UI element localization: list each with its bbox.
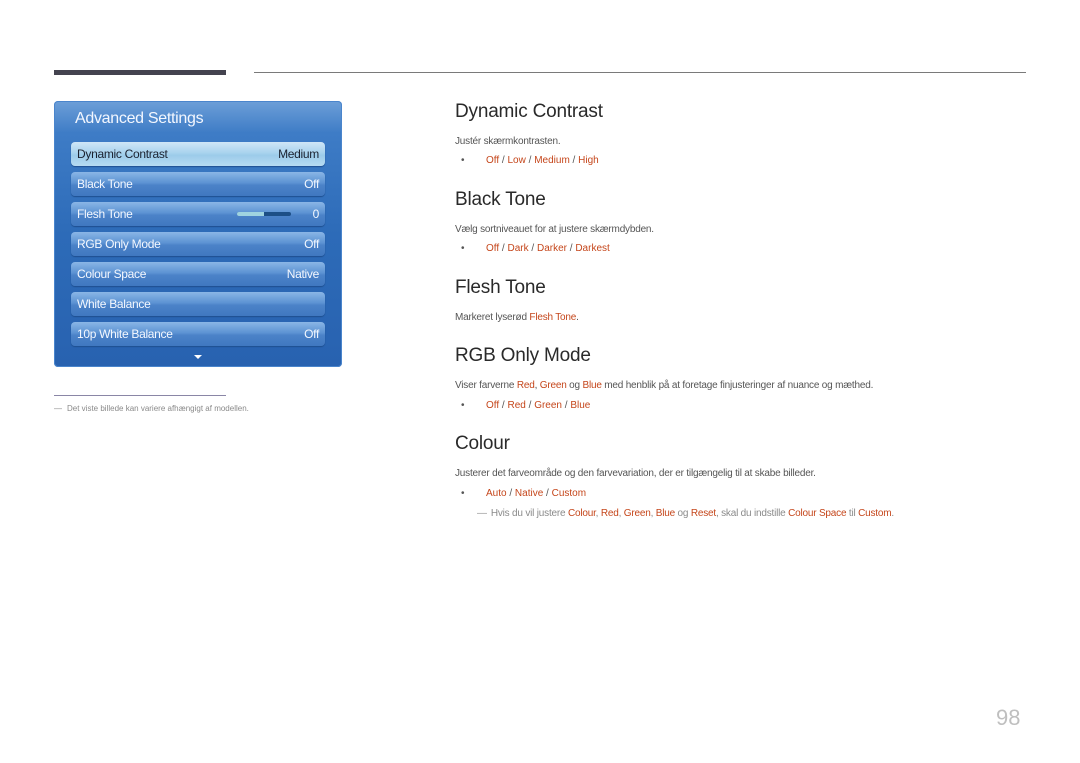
option: Blue (570, 400, 591, 411)
menu-item-label: Black Tone (77, 177, 133, 191)
text: , skal du indstille (715, 508, 789, 519)
dash-icon: ― (54, 404, 62, 413)
text: og (674, 508, 691, 519)
menu-item-value: Off (304, 177, 319, 191)
menu-item-10p-white-balance[interactable]: 10p White Balance Off (71, 322, 325, 346)
options-black-tone: • Off / Dark / Darker / Darkest (455, 243, 610, 254)
menu-item-label: Colour Space (77, 267, 147, 281)
footnote-rule (54, 395, 226, 396)
option: Off (486, 400, 500, 411)
heading-colour: Colour (455, 433, 510, 454)
menu-item-label: White Balance (77, 297, 151, 311)
page-number: 98 (996, 705, 1021, 730)
highlight: Flesh Tone (529, 312, 577, 323)
text: Markeret lyserød (455, 312, 530, 323)
option: Custom (551, 488, 587, 499)
header-bar-thick (54, 70, 226, 75)
dash-icon: ― (477, 508, 487, 519)
highlight: Red (516, 380, 535, 391)
separator: / (525, 155, 535, 166)
header-rule (254, 72, 1026, 73)
heading-rgb-only-mode: RGB Only Mode (455, 345, 591, 366)
separator: / (506, 488, 515, 499)
highlight: Reset (690, 508, 716, 519)
menu-item-value: Native (286, 267, 320, 281)
flesh-tone-slider[interactable] (236, 212, 291, 216)
option: Off (486, 155, 500, 166)
highlight: Green (623, 508, 651, 519)
option: Auto (486, 488, 507, 499)
option: Green (534, 400, 562, 411)
footnote: ― Det viste billede kan variere afhængigt… (54, 404, 249, 413)
separator: / (499, 243, 508, 254)
desc-colour: Justerer det farveområde og den farvevar… (455, 468, 816, 479)
text: til (846, 508, 859, 519)
menu-item-flesh-tone[interactable]: Flesh Tone 0 (71, 202, 325, 226)
separator: / (499, 400, 508, 411)
text: . (891, 508, 894, 519)
options-colour: • Auto / Native / Custom (455, 488, 586, 499)
footnote-text: Det viste billede kan variere afhængigt … (67, 404, 249, 413)
heading-black-tone: Black Tone (455, 189, 546, 210)
heading-flesh-tone: Flesh Tone (455, 277, 546, 298)
option: Red (507, 400, 526, 411)
desc-flesh-tone: Markeret lyserød Flesh Tone. (455, 312, 579, 323)
option: Off (486, 243, 500, 254)
desc-dynamic-contrast: Justér skærmkontrasten. (455, 136, 561, 147)
text: med henblik på at foretage finjusteringe… (601, 380, 874, 391)
highlight: Red (600, 508, 619, 519)
option: High (578, 155, 599, 166)
options-rgb-only-mode: • Off / Red / Green / Blue (455, 400, 590, 411)
slider-fill (236, 212, 264, 216)
separator: / (528, 243, 537, 254)
option: Native (514, 488, 544, 499)
menu-item-label: RGB Only Mode (77, 237, 161, 251)
menu-item-value: Off (304, 237, 319, 251)
menu-item-black-tone[interactable]: Black Tone Off (71, 172, 325, 196)
text: Hvis du vil justere (490, 508, 568, 519)
bullet-icon: • (461, 243, 465, 254)
menu-item-value: Off (304, 327, 319, 341)
option: Darker (536, 243, 567, 254)
heading-dynamic-contrast: Dynamic Contrast (455, 101, 603, 122)
option: Medium (534, 155, 570, 166)
highlight: Colour Space (788, 508, 847, 519)
menu-item-colour-space[interactable]: Colour Space Native (71, 262, 325, 286)
menu-item-label: Flesh Tone (77, 207, 133, 221)
option: Dark (507, 243, 529, 254)
desc-rgb-only-mode: Viser farverne Red, Green og Blue med he… (455, 380, 873, 391)
highlight: Colour (567, 508, 596, 519)
option: Low (507, 155, 526, 166)
menu-item-rgb-only-mode[interactable]: RGB Only Mode Off (71, 232, 325, 256)
bullet-icon: • (461, 400, 465, 411)
menu-item-dynamic-contrast[interactable]: Dynamic Contrast Medium (71, 142, 325, 166)
note-colour: ― Hvis du vil justere Colour, Red, Green,… (477, 508, 894, 519)
highlight: Blue (582, 380, 602, 391)
bullet-icon: • (461, 155, 465, 166)
bullet-icon: • (461, 488, 465, 499)
text: og (566, 380, 583, 391)
panel-title: Advanced Settings (75, 110, 204, 127)
option: Darkest (575, 243, 610, 254)
menu-item-label: Dynamic Contrast (77, 147, 168, 161)
desc-black-tone: Vælg sortniveauet for at justere skærmdy… (455, 224, 654, 235)
highlight: Blue (655, 508, 675, 519)
scroll-down-arrow-icon[interactable] (194, 355, 202, 359)
menu-item-value: Medium (278, 147, 319, 161)
separator: / (569, 155, 579, 166)
highlight: Green (539, 380, 567, 391)
highlight: Custom (858, 508, 892, 519)
options-dynamic-contrast: • Off / Low / Medium / High (455, 155, 599, 166)
text: Viser farverne (455, 380, 517, 391)
menu-item-white-balance[interactable]: White Balance (71, 292, 325, 316)
menu-item-value: 0 (312, 207, 320, 221)
separator: / (525, 400, 535, 411)
text: . (576, 312, 579, 323)
separator: / (499, 155, 508, 166)
menu-item-label: 10p White Balance (77, 327, 173, 341)
separator: / (543, 488, 552, 499)
advanced-settings-panel: Advanced Settings Dynamic Contrast Mediu… (54, 101, 342, 367)
